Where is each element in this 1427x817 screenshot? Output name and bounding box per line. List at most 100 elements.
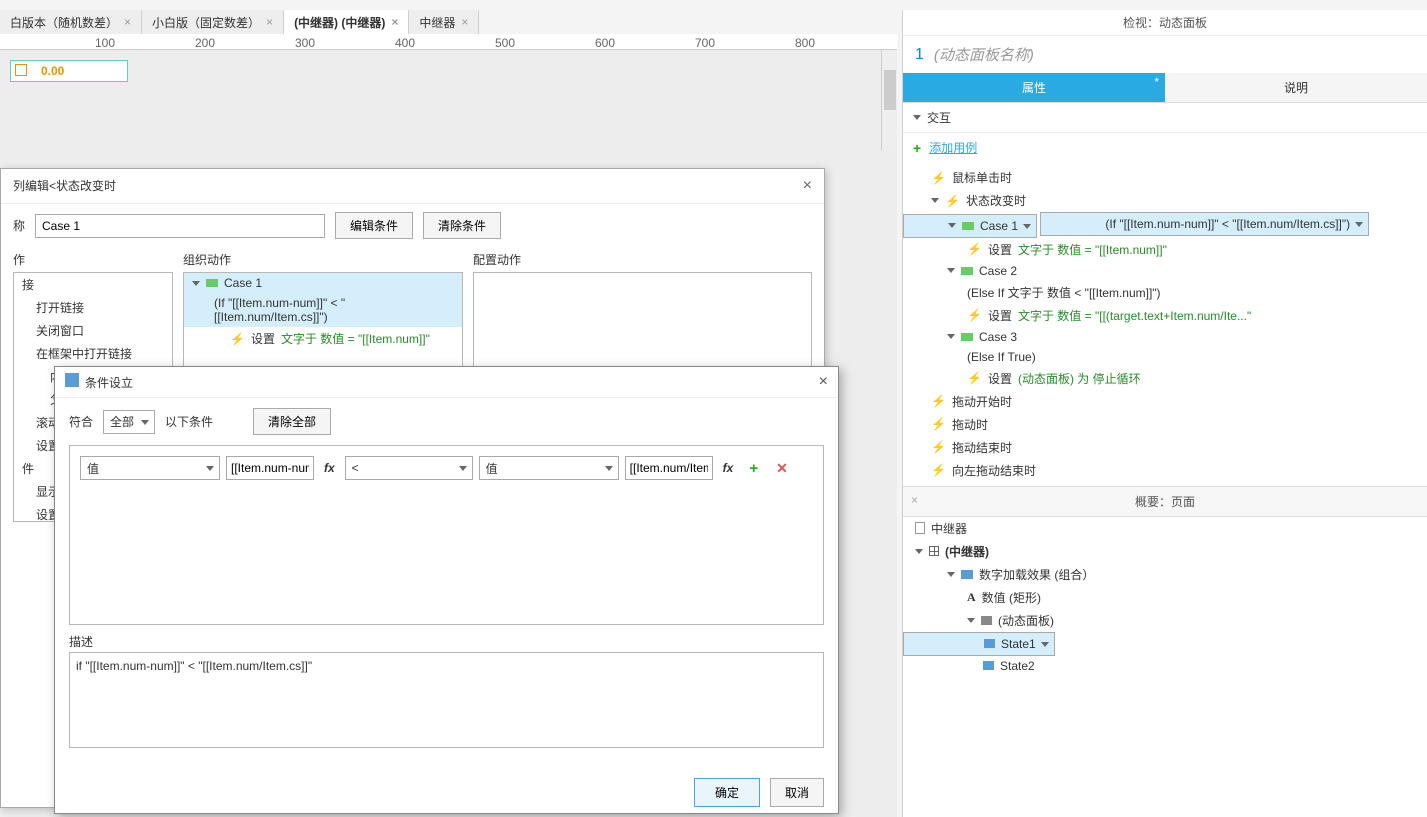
event-ondragstart[interactable]: ⚡拖动开始时 <box>903 390 1427 413</box>
close-icon[interactable]: × <box>911 493 918 507</box>
tab-random[interactable]: 白版本（随机数差）× <box>0 10 142 34</box>
outline-shape[interactable]: A数值 (矩形) <box>903 586 1427 609</box>
bolt-icon: ⚡ <box>931 417 946 431</box>
dynamic-panel-icon <box>981 616 992 625</box>
case-2-condition[interactable]: (Else If 文字于 数值 < "[[Item.num]]") <box>903 281 1427 304</box>
match-select[interactable]: 全部 <box>103 410 155 434</box>
ruler-horizontal: 100 200 300 400 500 600 700 800 <box>0 34 897 50</box>
bolt-icon: ⚡ <box>931 463 946 477</box>
description-box[interactable]: if "[[Item.num-num]]" < "[[Item.num/Item… <box>69 652 824 748</box>
clear-all-button[interactable]: 清除全部 <box>253 408 331 435</box>
left-value-input[interactable] <box>226 456 314 480</box>
plus-icon: + <box>913 140 921 156</box>
close-icon[interactable]: × <box>124 15 131 29</box>
case-icon <box>961 333 973 341</box>
number-widget[interactable]: 0.00 <box>10 60 128 82</box>
case-name-input[interactable] <box>35 214 325 238</box>
state-icon <box>983 661 994 670</box>
section-interactions[interactable]: 交互 <box>903 103 1427 133</box>
action-item[interactable]: 关闭窗口 <box>14 319 172 342</box>
org-case-row[interactable]: Case 1 <box>184 273 462 293</box>
bolt-icon: ⚡ <box>230 332 245 346</box>
tab-repeater-inner[interactable]: (中继器) (中继器)× <box>284 10 409 34</box>
outline-state1[interactable]: State1 <box>903 632 1055 656</box>
dialog-header: 列编辑<状态改变时 × <box>1 169 824 204</box>
chevron-down-icon <box>931 198 939 203</box>
close-icon[interactable]: × <box>391 15 398 29</box>
case-1-condition[interactable]: (If "[[Item.num-num]]" < "[[Item.num/Ite… <box>1040 212 1369 236</box>
outline-header: ×概要：页面 <box>903 486 1427 517</box>
case-3-condition[interactable]: (Else If True) <box>903 347 1427 367</box>
edit-condition-button[interactable]: 编辑条件 <box>335 212 413 239</box>
add-case-link[interactable]: +添加用例 <box>903 133 1427 162</box>
bolt-icon: ⚡ <box>945 194 960 208</box>
cancel-button[interactable]: 取消 <box>770 778 824 807</box>
state-icon <box>984 639 995 648</box>
inspector-header: 检视：动态面板 <box>903 10 1427 36</box>
close-icon[interactable]: × <box>266 15 273 29</box>
tab-properties[interactable]: 属性* <box>903 73 1165 103</box>
tab-fixed[interactable]: 小白版（固定数差）× <box>142 10 284 34</box>
dialog-title: 条件设立 <box>85 376 133 390</box>
case-icon <box>962 222 974 230</box>
action-item[interactable]: 打开链接 <box>14 296 172 319</box>
tab-repeater[interactable]: 中继器× <box>409 10 479 34</box>
event-onstatechange[interactable]: ⚡状态改变时 <box>903 189 1427 212</box>
case-3-action[interactable]: ⚡设置 (动态面板) 为 停止循环 <box>903 367 1427 390</box>
org-condition-row[interactable]: (If "[[Item.num-num]]" < "[[Item.num/Ite… <box>184 293 462 327</box>
case-2-action[interactable]: ⚡设置 文字于 数值 = "[[(target.text+Item.num/It… <box>903 304 1427 327</box>
action-item[interactable]: 接 <box>14 273 172 296</box>
dialog-header: 条件设立 × <box>55 367 838 398</box>
case-icon <box>961 267 973 275</box>
action-item[interactable]: 在框架中打开链接 <box>14 342 172 365</box>
clear-condition-button[interactable]: 清除条件 <box>423 212 501 239</box>
event-ondragend[interactable]: ⚡拖动结束时 <box>903 436 1427 459</box>
inspector-panel: 检视：动态面板 1 (动态面板名称) 属性* 说明 交互 +添加用例 ⚡鼠标单击… <box>902 10 1427 817</box>
close-icon[interactable]: × <box>819 373 828 391</box>
interactions-tree: ⚡鼠标单击时 ⚡状态改变时 Case 1 (If "[[Item.num-num… <box>903 162 1427 486</box>
fx-button[interactable]: fx <box>719 461 738 475</box>
case-1-action[interactable]: ⚡设置 文字于 数值 = "[[Item.num]]" <box>903 238 1427 261</box>
chevron-down-icon <box>947 268 955 273</box>
outline-dp[interactable]: (动态面板) <box>903 609 1427 632</box>
match-suffix: 以下条件 <box>165 413 213 430</box>
add-condition-icon[interactable]: + <box>743 460 764 477</box>
outline-page[interactable]: 中继器 <box>903 517 1427 540</box>
right-value-input[interactable] <box>625 456 713 480</box>
chevron-down-icon <box>967 618 975 623</box>
bolt-icon: ⚡ <box>931 171 946 185</box>
scrollbar-vertical[interactable] <box>881 50 897 150</box>
case-2[interactable]: Case 2 <box>903 261 1427 281</box>
outline-group[interactable]: 数字加载效果 (组合） <box>903 563 1427 586</box>
col-config-header: 配置动作 <box>473 247 812 272</box>
case-3[interactable]: Case 3 <box>903 327 1427 347</box>
close-icon[interactable]: × <box>803 177 812 195</box>
text-icon: A <box>967 590 976 605</box>
col-actions-header: 作 <box>13 247 173 272</box>
org-action-row[interactable]: ⚡设置 文字于 数值 = "[[Item.num]]" <box>184 327 462 350</box>
tab-notes[interactable]: 说明 <box>1165 73 1427 103</box>
chevron-down-icon <box>913 115 921 120</box>
fx-button[interactable]: fx <box>320 461 339 475</box>
right-type-select[interactable]: 值 <box>479 456 619 480</box>
condition-row: 值 fx < 值 fx + ✕ <box>80 456 813 480</box>
document-tabbar: 白版本（随机数差）× 小白版（固定数差）× (中继器) (中继器)× 中继器× <box>0 10 479 34</box>
event-ondragleft[interactable]: ⚡向左拖动结束时 <box>903 459 1427 482</box>
remove-condition-icon[interactable]: ✕ <box>770 460 794 477</box>
bolt-icon: ⚡ <box>967 242 982 256</box>
scrollbar-thumb[interactable] <box>884 70 896 110</box>
condition-builder-dialog: 条件设立 × 符合 全部 以下条件 清除全部 值 fx < 值 fx + ✕ 描… <box>54 366 839 814</box>
panel-name-input[interactable]: (动态面板名称) <box>934 44 1034 65</box>
outline-tree: 中继器 (中继器) 数字加载效果 (组合） A数值 (矩形) (动态面板) St… <box>903 517 1427 817</box>
outline-state2[interactable]: State2 <box>903 656 1427 676</box>
chevron-down-icon <box>947 572 955 577</box>
case-1[interactable]: Case 1 <box>903 214 1037 238</box>
folder-icon <box>961 570 973 579</box>
event-ondrag[interactable]: ⚡拖动时 <box>903 413 1427 436</box>
ok-button[interactable]: 确定 <box>694 778 760 807</box>
close-icon[interactable]: × <box>461 15 468 29</box>
outline-repeater[interactable]: (中继器) <box>903 540 1427 563</box>
operator-select[interactable]: < <box>345 456 473 480</box>
event-onclick[interactable]: ⚡鼠标单击时 <box>903 166 1427 189</box>
left-type-select[interactable]: 值 <box>80 456 220 480</box>
